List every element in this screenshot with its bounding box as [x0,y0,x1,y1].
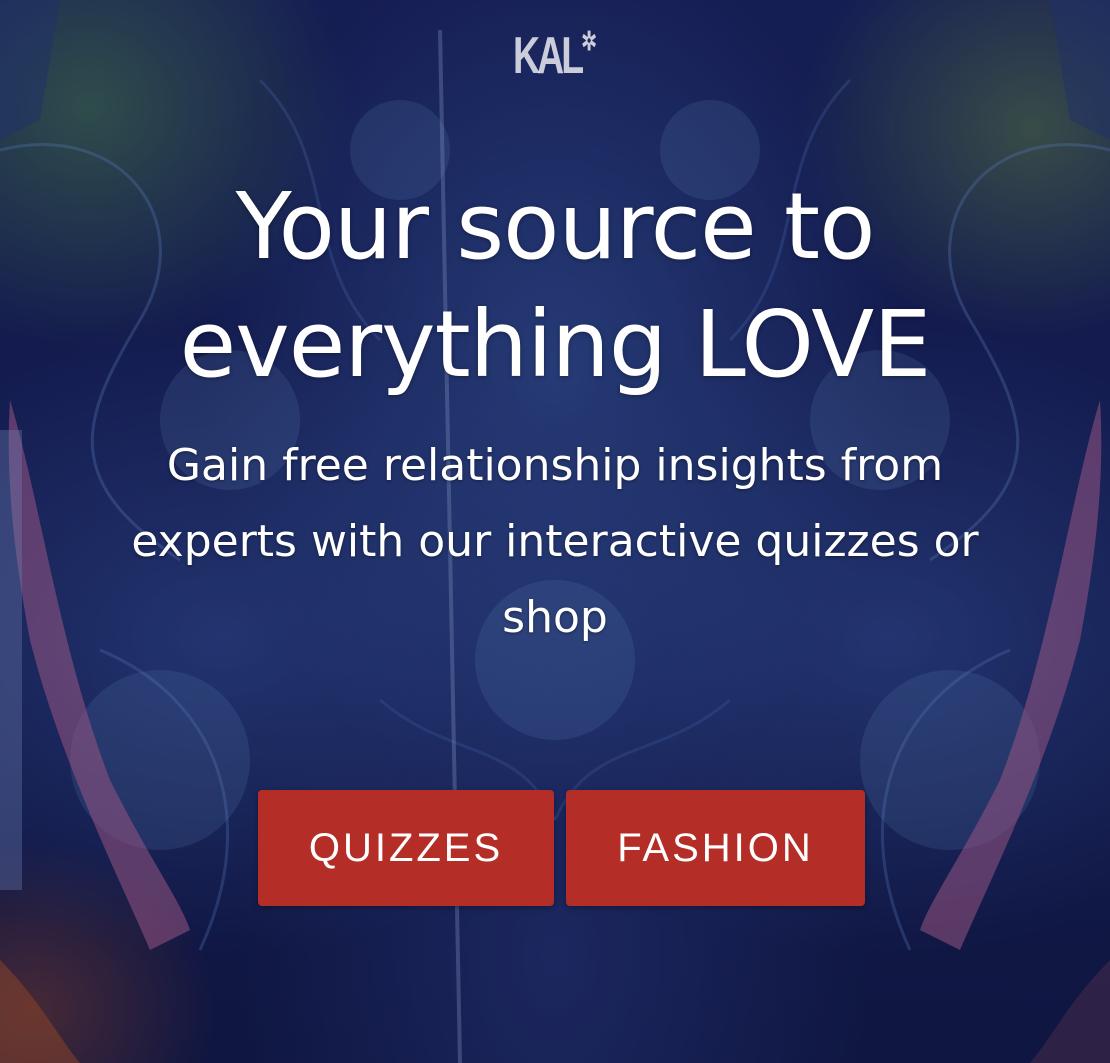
fashion-button[interactable]: FASHION [566,790,865,906]
brand-logo[interactable]: KAL✲ [155,26,954,86]
hero-headline: Your source to everything LOVE [179,173,932,398]
hero-section: KAL✲ Your source to everything LOVE Gain… [0,0,1110,1063]
cta-buttons: QUIZZES FASHION [258,790,865,906]
quizzes-button[interactable]: QUIZZES [258,790,554,906]
logo-text: KAL [512,27,584,85]
logo-mark-icon: ✲ [581,26,597,56]
hero-subheadline: Gain free relationship insights from exp… [131,440,979,643]
